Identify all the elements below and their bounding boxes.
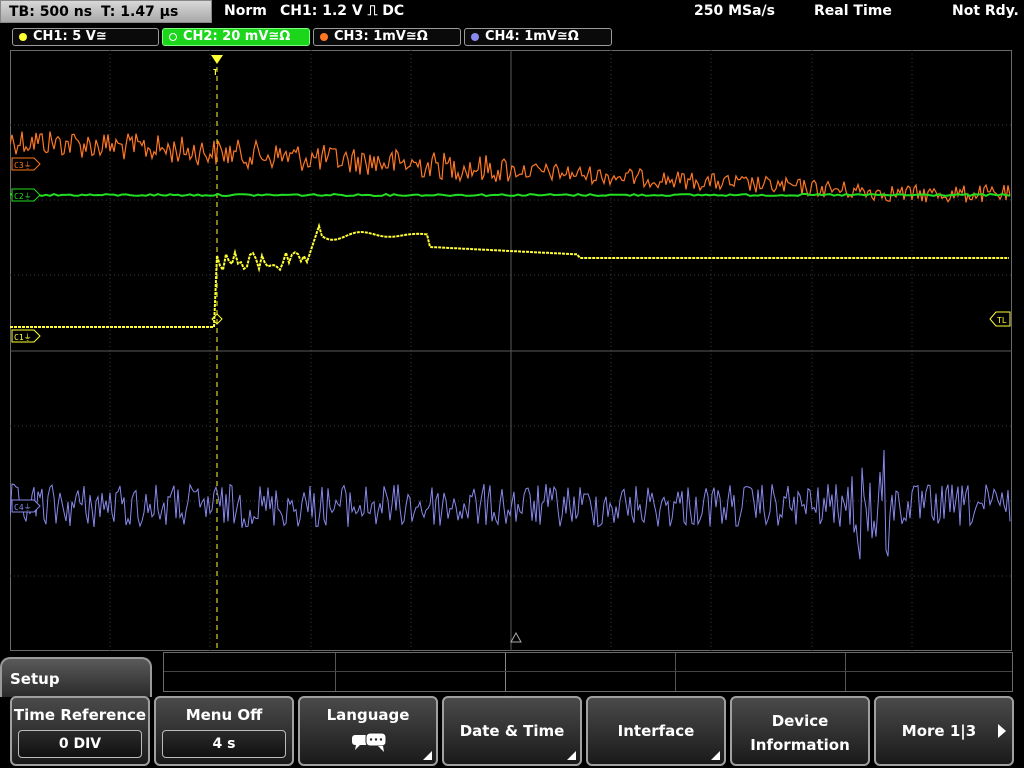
channel-tab-label: CH3: 1mV≅Ω — [334, 29, 428, 44]
ch4-ground-marker: C4⏚ — [11, 499, 41, 513]
submenu-corner-icon — [423, 751, 432, 760]
ch3-ground-marker: C3⏚ — [11, 157, 41, 171]
channel-tab-label: CH4: 1mV≅Ω — [485, 29, 579, 44]
trigger-mode[interactable]: Norm — [224, 3, 267, 19]
svg-text:C4⏚: C4⏚ — [14, 503, 32, 512]
svg-text:C1⏚: C1⏚ — [14, 333, 32, 342]
center-position-marker — [510, 631, 522, 643]
channel-tab-ch1[interactable]: CH1: 5 V≅ — [12, 28, 159, 46]
trigger-position-icon — [211, 55, 223, 64]
time-reference-value: 0 DIV — [18, 730, 142, 758]
language-softkey[interactable]: Language — [298, 696, 438, 766]
softkey-label: Language — [326, 706, 410, 724]
ch4-color-dot — [471, 33, 479, 41]
submenu-corner-icon — [711, 751, 720, 760]
svg-text:C3⏚: C3⏚ — [14, 161, 32, 170]
date-time-softkey[interactable]: Date & Time — [442, 696, 582, 766]
ch2-color-dot — [169, 33, 177, 41]
trigger-info[interactable]: CH1: 1.2 V ⎍ DC — [280, 3, 404, 19]
trigger-position-label: T — [213, 68, 218, 77]
softkey-label: More 1|3 — [901, 722, 977, 740]
submenu-corner-icon — [567, 751, 576, 760]
ch4-waveform — [10, 449, 1011, 560]
menu-off-softkey[interactable]: Menu Off 4 s — [154, 696, 294, 766]
ch1-color-dot — [19, 33, 27, 41]
softkey-label: Interface — [617, 722, 695, 740]
setup-menu-title: Setup — [10, 670, 60, 688]
more-softkey[interactable]: More 1|3 — [874, 696, 1014, 766]
ch2-ground-marker: C2⏚ — [11, 188, 41, 202]
channel-tab-label: CH1: 5 V≅ — [33, 29, 107, 44]
svg-text:TL: TL — [997, 316, 1007, 325]
overview-strip — [163, 652, 1013, 692]
softkey-label-line2: Information — [750, 736, 850, 754]
softkey-label: Time Reference — [13, 706, 147, 724]
waveform-canvas[interactable]: T C3⏚ C2⏚ C1⏚ C4⏚ TL — [10, 50, 1012, 651]
channel-tab-ch3[interactable]: CH3: 1mV≅Ω — [313, 28, 461, 46]
softkey-label: Menu Off — [185, 706, 263, 724]
ch1-ground-marker: C1⏚ — [11, 329, 41, 343]
trigger-time-label: T: 1.47 µs — [101, 4, 179, 20]
timebase-label: TB: 500 ns — [9, 4, 93, 20]
ch2-waveform — [10, 192, 1011, 198]
graticule-center-axes — [10, 50, 1012, 651]
menu-off-value: 4 s — [162, 730, 286, 758]
acquisition-mode: Real Time — [814, 3, 892, 19]
time-reference-softkey[interactable]: Time Reference 0 DIV — [10, 696, 150, 766]
speech-bubbles-icon — [352, 732, 387, 752]
channel-tab-ch2[interactable]: CH2: 20 mV≅Ω — [162, 28, 310, 46]
softkey-label: Device — [771, 712, 829, 730]
device-information-softkey[interactable]: Device Information — [730, 696, 870, 766]
timebase-box[interactable]: TB: 500 ns T: 1.47 µs — [0, 0, 212, 23]
next-page-arrow-icon — [998, 724, 1006, 738]
sample-rate: 250 MSa/s — [694, 3, 776, 19]
trigger-level-marker: TL — [989, 311, 1011, 327]
ch1-waveform — [10, 222, 1009, 328]
ch3-waveform — [10, 131, 1011, 203]
setup-menu-tab[interactable]: Setup — [0, 657, 152, 697]
channel-tab-label: CH2: 20 mV≅Ω — [183, 29, 291, 44]
status-bar: TB: 500 ns T: 1.47 µs Norm CH1: 1.2 V ⎍ … — [0, 0, 1024, 24]
softkey-label: Date & Time — [459, 722, 565, 740]
ch3-color-dot — [320, 33, 328, 41]
interface-softkey[interactable]: Interface — [586, 696, 726, 766]
acquisition-status: Not Rdy. — [952, 3, 1019, 19]
channel-tab-ch4[interactable]: CH4: 1mV≅Ω — [464, 28, 612, 46]
svg-text:C2⏚: C2⏚ — [14, 192, 32, 201]
